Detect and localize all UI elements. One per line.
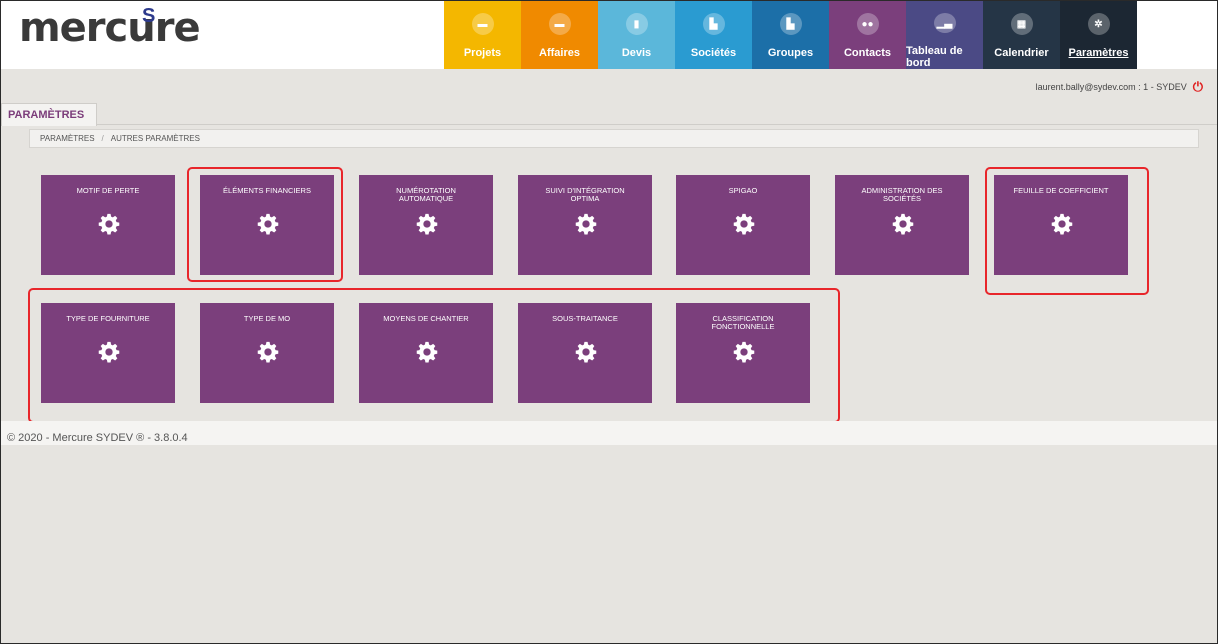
tile-label: TYPE DE MO	[243, 314, 291, 323]
breadcrumb: PARAMÈTRES / AUTRES PARAMÈTRES	[29, 129, 1199, 148]
gear-icon	[1051, 213, 1073, 235]
nav-parametres[interactable]: ✲ Paramètres	[1060, 1, 1137, 69]
gear-icon	[733, 213, 755, 235]
nav-devis[interactable]: ▮ Devis	[598, 1, 675, 69]
nav-label: Calendrier	[994, 47, 1049, 59]
nav-tableau-de-bord[interactable]: ▁▃ Tableau de bord	[906, 1, 983, 69]
document-icon: ▮	[625, 13, 648, 35]
gear-icon	[892, 213, 914, 235]
gear-icon	[416, 341, 438, 363]
nav-label: Paramètres	[1068, 47, 1129, 59]
mercure-logo[interactable]: mercure	[19, 5, 201, 51]
nav-calendrier[interactable]: ▦ Calendrier	[983, 1, 1060, 69]
tile-numerotation-automatique[interactable]: NUMÉROTATION AUTOMATIQUE	[359, 175, 493, 275]
nav-affaires[interactable]: ▬ Affaires	[521, 1, 598, 69]
main-nav: ▬ Projets ▬ Affaires ▮ Devis ▙ Sociétés …	[444, 1, 1137, 69]
people-icon: ●●	[856, 13, 879, 35]
tile-label: NUMÉROTATION AUTOMATIQUE	[396, 186, 456, 203]
nav-label: Affaires	[539, 47, 580, 59]
tile-motif-de-perte[interactable]: MOTIF DE PERTE	[41, 175, 175, 275]
calendar-icon: ▦	[1010, 13, 1033, 35]
gear-icon	[98, 213, 120, 235]
tile-label: MOYENS DE CHANTIER	[383, 314, 469, 323]
factory-icon: ▙	[779, 13, 802, 35]
gear-icon	[416, 213, 438, 235]
tile-label: SPIGAO	[728, 186, 758, 195]
tile-suivi-integration-optima[interactable]: SUIVI D'INTÉGRATION OPTIMA	[518, 175, 652, 275]
nav-label: Tableau de bord	[906, 45, 963, 69]
tile-label: ÉLÉMENTS FINANCIERS	[223, 186, 311, 195]
tile-spigao[interactable]: SPIGAO	[676, 175, 810, 275]
tile-classification-fonctionnelle[interactable]: CLASSIFICATION FONCTIONNELLE	[676, 303, 810, 403]
top-bar: mercure S ▬ Projets ▬ Affaires ▮ Devis ▙…	[1, 1, 1217, 69]
breadcrumb-item: AUTRES PARAMÈTRES	[110, 134, 200, 143]
tile-label: SOUS-TRAITANCE	[552, 314, 618, 323]
tile-type-de-fourniture[interactable]: TYPE DE FOURNITURE	[41, 303, 175, 403]
tile-elements-financiers[interactable]: ÉLÉMENTS FINANCIERS	[200, 175, 334, 275]
folder-icon: ▬	[471, 13, 494, 35]
breadcrumb-item[interactable]: PARAMÈTRES	[40, 134, 95, 143]
gear-icon	[257, 341, 279, 363]
tile-label: CLASSIFICATION FONCTIONNELLE	[711, 314, 775, 331]
logo-badge-icon: S	[142, 5, 156, 27]
nav-groupes[interactable]: ▙ Groupes	[752, 1, 829, 69]
gear-icon	[98, 341, 120, 363]
folder-icon: ▬	[548, 13, 571, 35]
user-bar: laurent.bally@sydev.com : 1 - SYDEV ⏻	[1036, 79, 1203, 95]
tab-parametres[interactable]: PARAMÈTRES	[1, 103, 97, 126]
gear-icon	[257, 213, 279, 235]
tile-label: TYPE DE FOURNITURE	[66, 314, 150, 323]
tile-sous-traitance[interactable]: SOUS-TRAITANCE	[518, 303, 652, 403]
tile-administration-societes[interactable]: ADMINISTRATION DES SOCIÉTÉS	[835, 175, 969, 275]
gear-icon	[575, 213, 597, 235]
tile-type-de-mo[interactable]: TYPE DE MO	[200, 303, 334, 403]
settings-icon: ✲	[1087, 13, 1110, 35]
power-icon[interactable]: ⏻	[1193, 79, 1203, 95]
user-info[interactable]: laurent.bally@sydev.com : 1 - SYDEV	[1036, 82, 1187, 92]
nav-label: Contacts	[843, 47, 892, 59]
nav-projets[interactable]: ▬ Projets	[444, 1, 521, 69]
gear-icon	[733, 341, 755, 363]
factory-icon: ▙	[702, 13, 725, 35]
tile-label: MOTIF DE PERTE	[76, 186, 140, 195]
gear-icon	[575, 341, 597, 363]
nav-label: Groupes	[767, 47, 814, 59]
tile-label: FEUILLE DE COEFFICIENT	[1013, 186, 1109, 195]
chart-icon: ▁▃	[933, 13, 956, 33]
footer-text: © 2020 - Mercure SYDEV ® - 3.8.0.4	[7, 432, 188, 444]
nav-contacts[interactable]: ●● Contacts	[829, 1, 906, 69]
tile-moyens-de-chantier[interactable]: MOYENS DE CHANTIER	[359, 303, 493, 403]
nav-label: Sociétés	[690, 47, 737, 59]
tile-label: ADMINISTRATION DES SOCIÉTÉS	[861, 186, 943, 203]
nav-societes[interactable]: ▙ Sociétés	[675, 1, 752, 69]
tab-row: PARAMÈTRES	[1, 101, 1217, 126]
nav-label: Projets	[463, 47, 502, 59]
tile-label: SUIVI D'INTÉGRATION OPTIMA	[545, 186, 625, 203]
nav-label: Devis	[621, 47, 652, 59]
tile-feuille-de-coefficient[interactable]: FEUILLE DE COEFFICIENT	[994, 175, 1128, 275]
breadcrumb-separator: /	[101, 134, 104, 143]
